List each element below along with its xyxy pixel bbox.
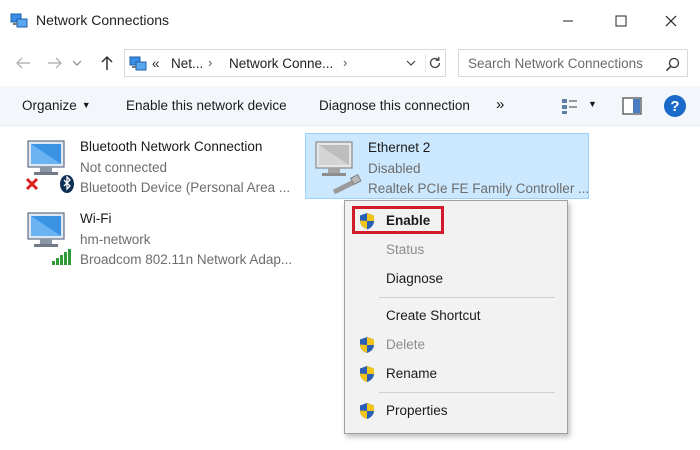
adapter-wifi[interactable]: Wi-Fi hm-network Broadcom 802.11n Networ… <box>18 205 298 271</box>
adapter-device: Broadcom 802.11n Network Adap... <box>80 252 293 267</box>
menu-item-label: Delete <box>386 337 426 352</box>
up-button[interactable] <box>96 52 118 74</box>
uac-shield-icon <box>360 337 374 353</box>
preview-pane-icon[interactable] <box>622 97 642 115</box>
up-arrow-icon <box>101 55 113 70</box>
close-icon <box>665 15 677 27</box>
adapter-name: Bluetooth Network Connection <box>80 139 263 154</box>
enable-device-button[interactable]: Enable this network device <box>126 98 287 113</box>
minimize-icon <box>563 20 573 22</box>
view-options-icon[interactable] <box>560 96 580 116</box>
bluetooth-icon <box>60 175 74 193</box>
window-title: Network Connections <box>36 12 170 28</box>
adapter-ethernet-2[interactable]: Ethernet 2 Disabled Realtek PCIe FE Fami… <box>305 133 589 199</box>
menu-item-create-shortcut[interactable]: Create Shortcut <box>345 303 567 329</box>
chevron-down-icon <box>72 60 82 66</box>
back-button[interactable] <box>12 52 34 74</box>
adapter-status: Disabled <box>368 161 421 176</box>
highlight-annotation <box>352 206 444 234</box>
view-options-dropdown-icon[interactable]: ▼ <box>588 99 597 109</box>
breadcrumb-overflow[interactable]: « <box>152 56 160 71</box>
refresh-button[interactable] <box>425 54 443 72</box>
search-button[interactable] <box>663 55 681 73</box>
caret-down-icon: ▼ <box>81 100 91 110</box>
address-bar[interactable]: « Net... › Network Conne... › <box>124 49 446 77</box>
menu-item-properties[interactable]: Properties <box>345 398 567 424</box>
breadcrumb-item[interactable]: Net... <box>171 56 203 71</box>
network-connections-icon <box>10 13 28 28</box>
uac-shield-icon <box>360 366 374 382</box>
menu-item-label: Create Shortcut <box>386 308 481 323</box>
breadcrumb-item-current[interactable]: Network Conne... <box>229 56 333 71</box>
maximize-icon <box>615 15 627 27</box>
menu-item-status[interactable]: Status <box>345 237 567 263</box>
maximize-button[interactable] <box>598 6 644 36</box>
chevron-down-icon <box>406 60 416 66</box>
adapter-bluetooth[interactable]: Bluetooth Network Connection Not connect… <box>18 133 298 199</box>
menu-separator <box>379 297 555 298</box>
monitor-icon <box>27 212 71 265</box>
organize-menu[interactable]: Organize ▼ <box>22 98 91 113</box>
breadcrumb-separator-icon[interactable]: › <box>208 55 212 70</box>
menu-item-label: Status <box>386 242 425 257</box>
network-connections-icon <box>129 56 147 71</box>
adapter-name: Wi-Fi <box>80 211 112 226</box>
adapter-device: Bluetooth Device (Personal Area ... <box>80 180 291 195</box>
menu-separator <box>379 392 555 393</box>
title-bar: Network Connections <box>0 0 700 42</box>
search-input[interactable] <box>459 50 659 76</box>
minimize-button[interactable] <box>545 6 591 36</box>
command-bar: Organize ▼ Enable this network device Dia… <box>0 86 700 126</box>
navigation-bar: « Net... › Network Conne... › <box>0 42 700 84</box>
uac-shield-icon <box>360 403 374 419</box>
menu-item-rename[interactable]: Rename <box>345 361 567 387</box>
adapter-status: hm-network <box>80 232 151 247</box>
menu-item-label: Rename <box>386 366 438 381</box>
red-x-icon <box>25 177 39 191</box>
context-menu: Enable Status Diagnose Create Shortcut D… <box>344 200 568 434</box>
close-button[interactable] <box>648 6 694 36</box>
adapter-status: Not connected <box>80 160 168 175</box>
back-arrow-icon <box>16 57 30 69</box>
more-commands-button[interactable]: » <box>496 96 504 113</box>
help-icon[interactable]: ? <box>664 95 686 117</box>
menu-item-diagnose[interactable]: Diagnose <box>345 266 567 292</box>
adapter-name: Ethernet 2 <box>368 140 431 155</box>
monitor-icon <box>315 141 362 195</box>
diagnose-connection-button[interactable]: Diagnose this connection <box>319 98 470 113</box>
search-box[interactable] <box>458 49 688 77</box>
organize-label: Organize <box>22 98 77 113</box>
breadcrumb-separator-icon[interactable]: › <box>343 55 347 70</box>
recent-locations-button[interactable] <box>70 52 84 74</box>
ethernet-cable-icon <box>332 173 362 195</box>
forward-arrow-icon <box>48 57 62 69</box>
address-dropdown-button[interactable] <box>403 54 419 72</box>
menu-item-label: Properties <box>386 403 448 418</box>
menu-item-delete[interactable]: Delete <box>345 332 567 358</box>
menu-item-label: Diagnose <box>386 271 444 286</box>
monitor-icon <box>25 140 74 193</box>
forward-button[interactable] <box>44 52 66 74</box>
wifi-bars-icon <box>52 249 71 265</box>
search-icon <box>665 57 679 71</box>
adapter-device: Realtek PCIe FE Family Controller ... <box>368 181 590 196</box>
refresh-icon <box>429 57 440 69</box>
